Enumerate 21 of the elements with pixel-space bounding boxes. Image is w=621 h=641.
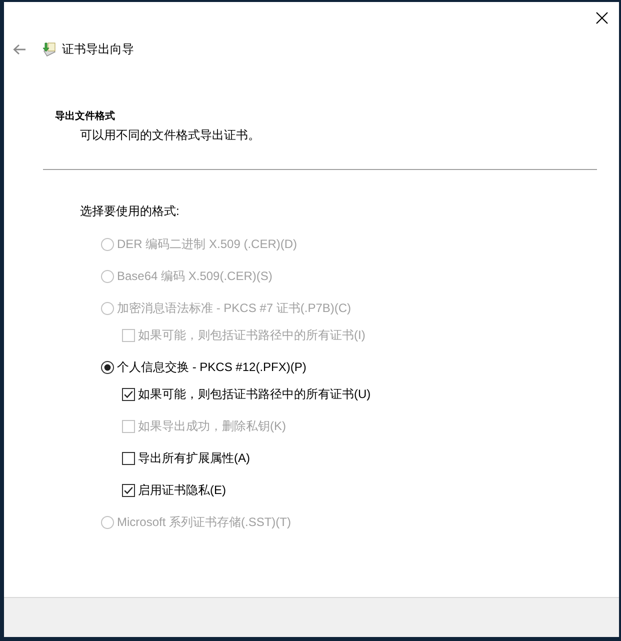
- checkbox[interactable]: [122, 484, 135, 496]
- page-description: 可以用不同的文件格式导出证书。: [80, 127, 260, 143]
- radio-label: 加密消息语法标准 - PKCS #7 证书(.P7B)(C): [117, 300, 352, 316]
- checkbox-label: 如果可能，则包括证书路径中的所有证书(U): [138, 386, 371, 402]
- checkbox-label: 如果可能，则包括证书路径中的所有证书(I): [138, 327, 366, 343]
- radio-label: DER 编码二进制 X.509 (.CER)(D): [117, 236, 298, 252]
- checkbox-label: 启用证书隐私(E): [138, 482, 226, 498]
- radio-label: Microsoft 系列证书存储(.SST)(T): [117, 514, 291, 530]
- checkbox[interactable]: [122, 388, 135, 400]
- format-prompt: 选择要使用的格式:: [80, 203, 180, 219]
- document-arrow-icon: [41, 42, 56, 56]
- close-icon: [596, 12, 608, 24]
- checkbox-label: 导出所有扩展属性(A): [138, 450, 250, 466]
- checkbox[interactable]: [122, 452, 135, 464]
- checkbox-label: 如果导出成功，删除私钥(K): [138, 418, 286, 434]
- radio-label: 个人信息交换 - PKCS #12(.PFX)(P): [117, 359, 306, 375]
- back-arrow-icon: [12, 44, 26, 54]
- radio-label: Base64 编码 X.509(.CER)(S): [117, 268, 272, 284]
- page-heading: 导出文件格式: [55, 110, 115, 124]
- radio-button[interactable]: [101, 360, 114, 374]
- window-title: 证书导出向导: [62, 41, 134, 57]
